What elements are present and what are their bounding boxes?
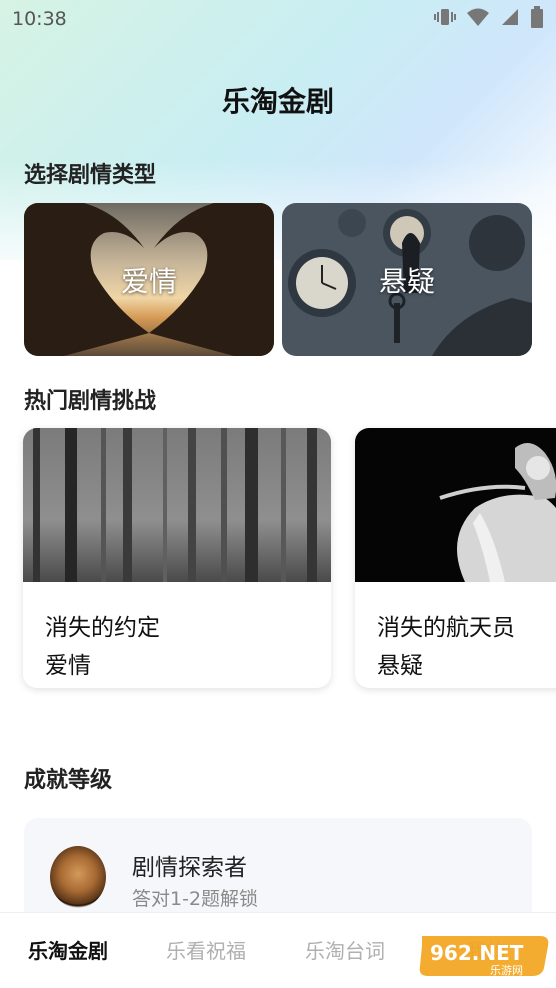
genre-section-title: 选择剧情类型 xyxy=(24,163,157,188)
achievement-section-title: 成就等级 xyxy=(24,768,113,793)
vibrate-icon xyxy=(434,7,456,31)
tab-letao-taici[interactable]: 乐淘台词 xyxy=(305,935,385,964)
site-watermark-logo: 962.NET 乐游网 xyxy=(418,930,554,982)
wifi-icon xyxy=(466,7,490,31)
status-icons xyxy=(434,6,544,32)
challenge-name: 消失的约定 xyxy=(45,615,160,641)
achievement-description: 答对1-2题解锁 xyxy=(132,888,259,910)
svg-text:962.NET: 962.NET xyxy=(430,941,524,965)
coin-badge-icon xyxy=(50,846,106,908)
challenge-section-title: 热门剧情挑战 xyxy=(24,389,157,414)
signal-icon xyxy=(500,7,520,31)
tab-lekan-zhufu[interactable]: 乐看祝福 xyxy=(166,935,246,964)
page-title: 乐淘金剧 xyxy=(221,85,334,118)
challenge-genre: 悬疑 xyxy=(377,653,423,679)
dancer-cover-image xyxy=(355,428,556,582)
genre-card-romance[interactable]: 爱情 xyxy=(24,203,274,356)
challenge-card-2[interactable]: 消失的航天员 悬疑 xyxy=(355,428,556,688)
svg-text:乐游网: 乐游网 xyxy=(490,964,523,977)
genre-card-mystery[interactable]: 悬疑 xyxy=(282,203,532,356)
genre-label-mystery: 悬疑 xyxy=(378,264,435,298)
genre-label-romance: 爱情 xyxy=(120,264,177,298)
status-time: 10:38 xyxy=(12,8,67,30)
challenge-genre: 爱情 xyxy=(45,653,91,679)
battery-icon xyxy=(530,6,544,32)
foggy-forest-cover-image xyxy=(23,428,331,582)
challenge-card-1[interactable]: 消失的约定 爱情 xyxy=(23,428,331,688)
tab-letao-jinju[interactable]: 乐淘金剧 xyxy=(28,935,108,964)
challenge-name: 消失的航天员 xyxy=(377,615,515,641)
status-bar: 10:38 xyxy=(0,0,556,38)
achievement-name: 剧情探索者 xyxy=(132,855,247,881)
